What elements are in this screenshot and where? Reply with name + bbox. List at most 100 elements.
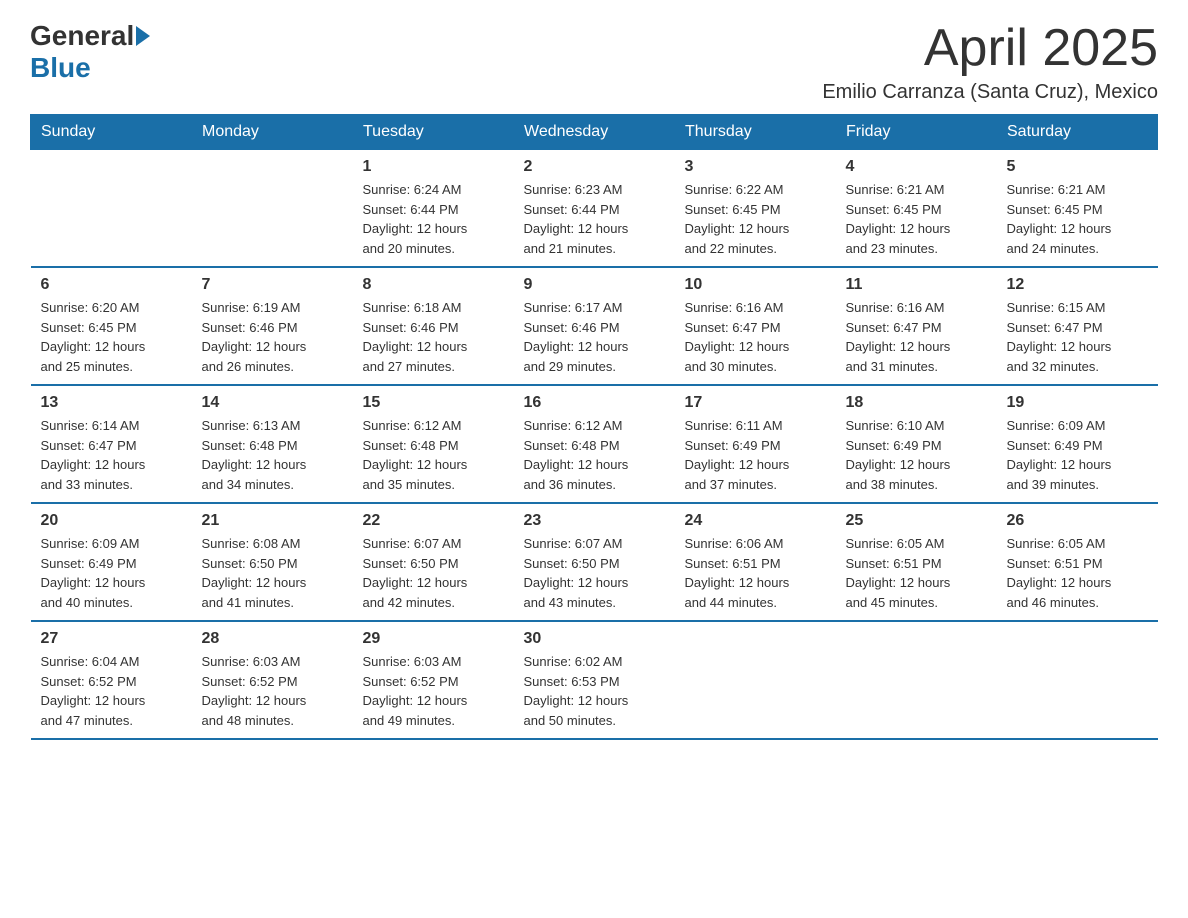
day-number: 10	[685, 276, 826, 294]
day-info: Sunrise: 6:07 AMSunset: 6:50 PMDaylight:…	[363, 534, 504, 612]
page-subtitle: Emilio Carranza (Santa Cruz), Mexico	[822, 81, 1158, 104]
logo-text: General	[30, 20, 152, 52]
calendar-week-5: 27 Sunrise: 6:04 AMSunset: 6:52 PMDayligh…	[31, 621, 1158, 739]
calendar-cell: 21 Sunrise: 6:08 AMSunset: 6:50 PMDayligh…	[192, 503, 353, 621]
day-number: 26	[1007, 512, 1148, 530]
day-info: Sunrise: 6:04 AMSunset: 6:52 PMDaylight:…	[41, 652, 182, 730]
day-info: Sunrise: 6:16 AMSunset: 6:47 PMDaylight:…	[685, 298, 826, 376]
day-info: Sunrise: 6:14 AMSunset: 6:47 PMDaylight:…	[41, 416, 182, 494]
day-info: Sunrise: 6:12 AMSunset: 6:48 PMDaylight:…	[363, 416, 504, 494]
day-number: 6	[41, 276, 182, 294]
day-number: 19	[1007, 394, 1148, 412]
calendar-week-3: 13Sunrise: 6:14 AMSunset: 6:47 PMDayligh…	[31, 385, 1158, 503]
calendar-cell: 15Sunrise: 6:12 AMSunset: 6:48 PMDayligh…	[353, 385, 514, 503]
weekday-header-monday: Monday	[192, 115, 353, 150]
day-number: 4	[846, 158, 987, 176]
day-info: Sunrise: 6:03 AMSunset: 6:52 PMDaylight:…	[202, 652, 343, 730]
calendar-week-4: 20 Sunrise: 6:09 AMSunset: 6:49 PMDayligh…	[31, 503, 1158, 621]
calendar-cell: 10 Sunrise: 6:16 AMSunset: 6:47 PMDayligh…	[675, 267, 836, 385]
day-number: 3	[685, 158, 826, 176]
day-number: 24	[685, 512, 826, 530]
logo-blue-text: Blue	[30, 52, 91, 84]
calendar-cell: 18 Sunrise: 6:10 AMSunset: 6:49 PMDayligh…	[836, 385, 997, 503]
day-info: Sunrise: 6:02 AMSunset: 6:53 PMDaylight:…	[524, 652, 665, 730]
day-info: Sunrise: 6:09 AMSunset: 6:49 PMDaylight:…	[41, 534, 182, 612]
day-info: Sunrise: 6:13 AMSunset: 6:48 PMDaylight:…	[202, 416, 343, 494]
day-number: 1	[363, 158, 504, 176]
calendar-cell: 13Sunrise: 6:14 AMSunset: 6:47 PMDayligh…	[31, 385, 192, 503]
calendar-cell	[192, 150, 353, 268]
calendar-body: 1 Sunrise: 6:24 AMSunset: 6:44 PMDaylight…	[31, 150, 1158, 740]
calendar-cell: 26Sunrise: 6:05 AMSunset: 6:51 PMDayligh…	[997, 503, 1158, 621]
calendar-cell: 7 Sunrise: 6:19 AMSunset: 6:46 PMDaylight…	[192, 267, 353, 385]
calendar-cell: 30Sunrise: 6:02 AMSunset: 6:53 PMDayligh…	[514, 621, 675, 739]
day-number: 16	[524, 394, 665, 412]
calendar-cell: 17 Sunrise: 6:11 AMSunset: 6:49 PMDayligh…	[675, 385, 836, 503]
day-info: Sunrise: 6:11 AMSunset: 6:49 PMDaylight:…	[685, 416, 826, 494]
day-info: Sunrise: 6:15 AMSunset: 6:47 PMDaylight:…	[1007, 298, 1148, 376]
day-number: 9	[524, 276, 665, 294]
calendar-week-2: 6 Sunrise: 6:20 AMSunset: 6:45 PMDaylight…	[31, 267, 1158, 385]
calendar-cell: 16 Sunrise: 6:12 AMSunset: 6:48 PMDayligh…	[514, 385, 675, 503]
calendar-cell	[997, 621, 1158, 739]
calendar-cell: 14Sunrise: 6:13 AMSunset: 6:48 PMDayligh…	[192, 385, 353, 503]
day-info: Sunrise: 6:06 AMSunset: 6:51 PMDaylight:…	[685, 534, 826, 612]
calendar-cell: 28 Sunrise: 6:03 AMSunset: 6:52 PMDayligh…	[192, 621, 353, 739]
calendar-cell: 2Sunrise: 6:23 AMSunset: 6:44 PMDaylight…	[514, 150, 675, 268]
calendar-cell: 22 Sunrise: 6:07 AMSunset: 6:50 PMDayligh…	[353, 503, 514, 621]
calendar-table: SundayMondayTuesdayWednesdayThursdayFrid…	[30, 114, 1158, 740]
calendar-cell	[836, 621, 997, 739]
calendar-cell: 4 Sunrise: 6:21 AMSunset: 6:45 PMDaylight…	[836, 150, 997, 268]
calendar-week-1: 1 Sunrise: 6:24 AMSunset: 6:44 PMDaylight…	[31, 150, 1158, 268]
day-info: Sunrise: 6:17 AMSunset: 6:46 PMDaylight:…	[524, 298, 665, 376]
day-info: Sunrise: 6:16 AMSunset: 6:47 PMDaylight:…	[846, 298, 987, 376]
day-info: Sunrise: 6:19 AMSunset: 6:46 PMDaylight:…	[202, 298, 343, 376]
day-info: Sunrise: 6:05 AMSunset: 6:51 PMDaylight:…	[846, 534, 987, 612]
calendar-cell: 12 Sunrise: 6:15 AMSunset: 6:47 PMDayligh…	[997, 267, 1158, 385]
day-number: 7	[202, 276, 343, 294]
day-info: Sunrise: 6:03 AMSunset: 6:52 PMDaylight:…	[363, 652, 504, 730]
day-number: 28	[202, 630, 343, 648]
day-info: Sunrise: 6:10 AMSunset: 6:49 PMDaylight:…	[846, 416, 987, 494]
weekday-row: SundayMondayTuesdayWednesdayThursdayFrid…	[31, 115, 1158, 150]
calendar-cell: 23Sunrise: 6:07 AMSunset: 6:50 PMDayligh…	[514, 503, 675, 621]
day-info: Sunrise: 6:18 AMSunset: 6:46 PMDaylight:…	[363, 298, 504, 376]
calendar-cell: 25 Sunrise: 6:05 AMSunset: 6:51 PMDayligh…	[836, 503, 997, 621]
day-info: Sunrise: 6:12 AMSunset: 6:48 PMDaylight:…	[524, 416, 665, 494]
day-info: Sunrise: 6:08 AMSunset: 6:50 PMDaylight:…	[202, 534, 343, 612]
day-number: 27	[41, 630, 182, 648]
day-number: 18	[846, 394, 987, 412]
day-number: 22	[363, 512, 504, 530]
calendar-cell: 8Sunrise: 6:18 AMSunset: 6:46 PMDaylight…	[353, 267, 514, 385]
weekday-header-tuesday: Tuesday	[353, 115, 514, 150]
day-info: Sunrise: 6:09 AMSunset: 6:49 PMDaylight:…	[1007, 416, 1148, 494]
day-number: 2	[524, 158, 665, 176]
logo: General Blue	[30, 20, 152, 84]
calendar-cell: 24 Sunrise: 6:06 AMSunset: 6:51 PMDayligh…	[675, 503, 836, 621]
weekday-header-wednesday: Wednesday	[514, 115, 675, 150]
weekday-header-sunday: Sunday	[31, 115, 192, 150]
logo-arrow-icon	[136, 26, 150, 46]
day-number: 12	[1007, 276, 1148, 294]
day-info: Sunrise: 6:20 AMSunset: 6:45 PMDaylight:…	[41, 298, 182, 376]
day-info: Sunrise: 6:07 AMSunset: 6:50 PMDaylight:…	[524, 534, 665, 612]
calendar-cell: 1 Sunrise: 6:24 AMSunset: 6:44 PMDaylight…	[353, 150, 514, 268]
logo-general-text: General	[30, 20, 134, 52]
day-number: 20	[41, 512, 182, 530]
day-info: Sunrise: 6:24 AMSunset: 6:44 PMDaylight:…	[363, 180, 504, 258]
page-title: April 2025	[822, 20, 1158, 77]
calendar-cell: 9 Sunrise: 6:17 AMSunset: 6:46 PMDaylight…	[514, 267, 675, 385]
day-number: 21	[202, 512, 343, 530]
day-info: Sunrise: 6:21 AMSunset: 6:45 PMDaylight:…	[846, 180, 987, 258]
calendar-cell: 6 Sunrise: 6:20 AMSunset: 6:45 PMDaylight…	[31, 267, 192, 385]
day-number: 17	[685, 394, 826, 412]
day-number: 29	[363, 630, 504, 648]
calendar-cell	[31, 150, 192, 268]
page-header: General Blue April 2025 Emilio Carranza …	[30, 20, 1158, 104]
day-number: 5	[1007, 158, 1148, 176]
calendar-cell: 29 Sunrise: 6:03 AMSunset: 6:52 PMDayligh…	[353, 621, 514, 739]
day-number: 25	[846, 512, 987, 530]
calendar-cell: 5Sunrise: 6:21 AMSunset: 6:45 PMDaylight…	[997, 150, 1158, 268]
weekday-header-friday: Friday	[836, 115, 997, 150]
day-number: 11	[846, 276, 987, 294]
